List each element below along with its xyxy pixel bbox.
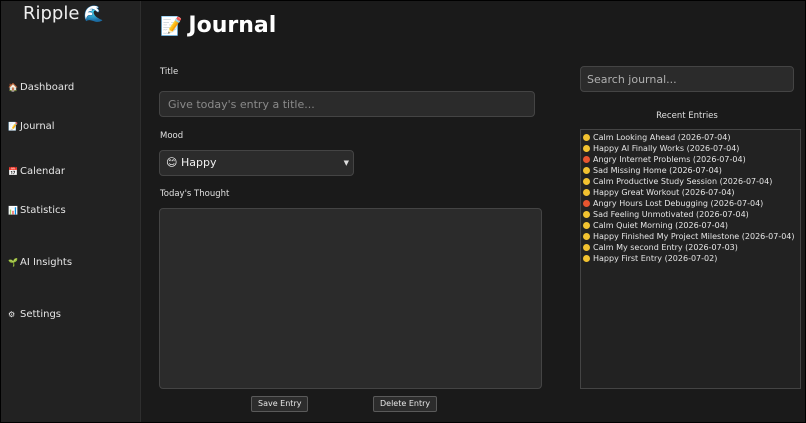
- mood-face-icon: [583, 232, 590, 240]
- delete-entry-button[interactable]: Delete Entry: [373, 396, 438, 412]
- list-item[interactable]: Happy Finished My Project Milestone (202…: [583, 231, 798, 242]
- entry-title: Quiet Morning: [616, 221, 673, 230]
- mood-face-icon: [583, 210, 590, 218]
- entry-title: Great Workout: [621, 188, 680, 197]
- mood-face-icon: [583, 254, 590, 262]
- thought-label: Today's Thought: [160, 189, 230, 199]
- chevron-down-icon: ▼: [343, 159, 349, 167]
- brand-name: Ripple: [23, 3, 80, 24]
- sidebar-item-calendar[interactable]: 📅 Calendar: [8, 166, 65, 177]
- entry-mood: Happy: [593, 144, 619, 153]
- recent-entries-heading: Recent Entries: [656, 111, 718, 121]
- sidebar-item-journal[interactable]: 📝 Journal: [8, 121, 55, 132]
- entry-date: 2026-07-04: [689, 144, 737, 153]
- list-item[interactable]: Sad Missing Home (2026-07-04): [583, 165, 798, 176]
- wave-icon: 🌊: [83, 4, 104, 23]
- entry-title: Productive Study Session: [616, 177, 718, 186]
- list-item[interactable]: Calm Looking Ahead (2026-07-04): [583, 132, 798, 143]
- mood-face-icon: [583, 133, 590, 141]
- brand: Ripple 🌊: [23, 3, 103, 24]
- mood-face-icon: [583, 221, 590, 229]
- entry-date: 2026-07-04: [672, 166, 719, 175]
- list-item[interactable]: Sad Feeling Unmotivated (2026-07-04): [583, 209, 798, 220]
- entry-mood: Sad: [593, 210, 609, 219]
- mood-face-icon: [583, 243, 590, 251]
- entry-title: Feeling Unmotivated: [610, 210, 694, 219]
- entry-title: AI Finally Works: [621, 144, 685, 153]
- entry-date: 2026-07-02: [667, 254, 715, 263]
- sidebar-item-settings[interactable]: ⚙ Settings: [8, 309, 61, 320]
- list-item[interactable]: Calm Quiet Morning (2026-07-04): [583, 220, 798, 231]
- list-item[interactable]: Calm Productive Study Session (2026-07-0…: [583, 176, 798, 187]
- sidebar-item-label: AI Insights: [20, 257, 73, 268]
- house-icon: 🏠: [8, 83, 18, 92]
- memo-icon: 📝: [160, 16, 183, 37]
- mood-face-icon: [583, 155, 590, 163]
- entry-mood: Calm: [593, 133, 614, 142]
- title-input[interactable]: [159, 91, 535, 117]
- mood-select-value: 😊 Happy: [166, 156, 217, 169]
- entry-date: 2026-07-04: [713, 199, 761, 208]
- seedling-icon: 🌱: [8, 258, 18, 267]
- sidebar-item-label: Calendar: [20, 166, 65, 177]
- sidebar: Ripple 🌊 🏠 Dashboard 📝 Journal 📅 Calendar 📊 S…: [1, 1, 141, 422]
- save-entry-button[interactable]: Save Entry: [251, 396, 309, 412]
- entry-title: First Entry: [621, 254, 663, 263]
- page-title: 📝 Journal: [160, 13, 276, 38]
- entry-title: My second Entry: [616, 243, 683, 252]
- entry-title: Finished My Project Milestone: [621, 232, 740, 241]
- entry-title: Missing Home: [610, 166, 667, 175]
- memo-icon: 📝: [8, 122, 18, 131]
- app-window: Ripple 🌊 🏠 Dashboard 📝 Journal 📅 Calendar 📊 S…: [0, 0, 806, 423]
- entry-mood: Calm: [593, 177, 614, 186]
- sidebar-item-statistics[interactable]: 📊 Statistics: [8, 205, 66, 216]
- entry-mood: Happy: [593, 254, 619, 263]
- entry-mood: Calm: [593, 221, 614, 230]
- sidebar-item-label: Settings: [20, 309, 62, 320]
- gear-icon: ⚙: [8, 310, 16, 319]
- entry-date: 2026-07-04: [684, 188, 732, 197]
- thought-textarea[interactable]: [159, 208, 542, 389]
- entry-title: Looking Ahead: [616, 133, 676, 142]
- list-item[interactable]: Angry Hours Lost Debugging (2026-07-04): [583, 198, 798, 209]
- search-input[interactable]: [580, 66, 794, 92]
- entry-mood: Happy: [593, 232, 619, 241]
- entry-mood: Angry: [593, 155, 617, 164]
- entry-mood: Happy: [593, 188, 619, 197]
- mood-face-icon: [583, 188, 590, 196]
- mood-label: Mood: [160, 131, 184, 141]
- sidebar-item-label: Statistics: [20, 205, 66, 216]
- sidebar-item-label: Journal: [20, 121, 55, 132]
- list-item[interactable]: Happy AI Finally Works (2026-07-04): [583, 143, 798, 154]
- mood-face-icon: [583, 144, 590, 152]
- list-item[interactable]: Happy Great Workout (2026-07-04): [583, 187, 798, 198]
- mood-select[interactable]: 😊 Happy ▼: [159, 150, 354, 176]
- calendar-icon: 📅: [8, 167, 18, 176]
- entry-title: Internet Problems: [619, 155, 691, 164]
- entry-date: 2026-07-04: [744, 232, 792, 241]
- entry-date: 2026-07-03: [688, 243, 735, 252]
- mood-face-icon: [583, 199, 590, 207]
- chart-icon: 📊: [8, 206, 18, 215]
- entry-mood: Calm: [593, 243, 614, 252]
- entry-date: 2026-07-04: [680, 133, 728, 142]
- entry-mood: Angry: [593, 199, 617, 208]
- mood-face-icon: [583, 177, 590, 185]
- entry-date: 2026-07-04: [699, 210, 746, 219]
- list-item[interactable]: Happy First Entry (2026-07-02): [583, 253, 798, 264]
- entry-mood: Sad: [593, 166, 609, 175]
- entry-date: 2026-07-04: [678, 221, 725, 230]
- recent-entries-list[interactable]: Calm Looking Ahead (2026-07-04) Happy AI …: [580, 129, 801, 389]
- title-label: Title: [160, 67, 179, 77]
- sidebar-item-dashboard[interactable]: 🏠 Dashboard: [8, 82, 74, 93]
- entry-date: 2026-07-04: [722, 177, 770, 186]
- page-title-text: Journal: [188, 13, 277, 38]
- list-item[interactable]: Angry Internet Problems (2026-07-04): [583, 154, 798, 165]
- entry-date: 2026-07-04: [696, 155, 743, 164]
- entry-title: Hours Lost Debugging: [619, 199, 708, 208]
- list-item[interactable]: Calm My second Entry (2026-07-03): [583, 242, 798, 253]
- sidebar-item-label: Dashboard: [20, 82, 75, 93]
- mood-face-icon: [583, 166, 590, 174]
- sidebar-item-ai-insights[interactable]: 🌱 AI Insights: [8, 257, 72, 268]
